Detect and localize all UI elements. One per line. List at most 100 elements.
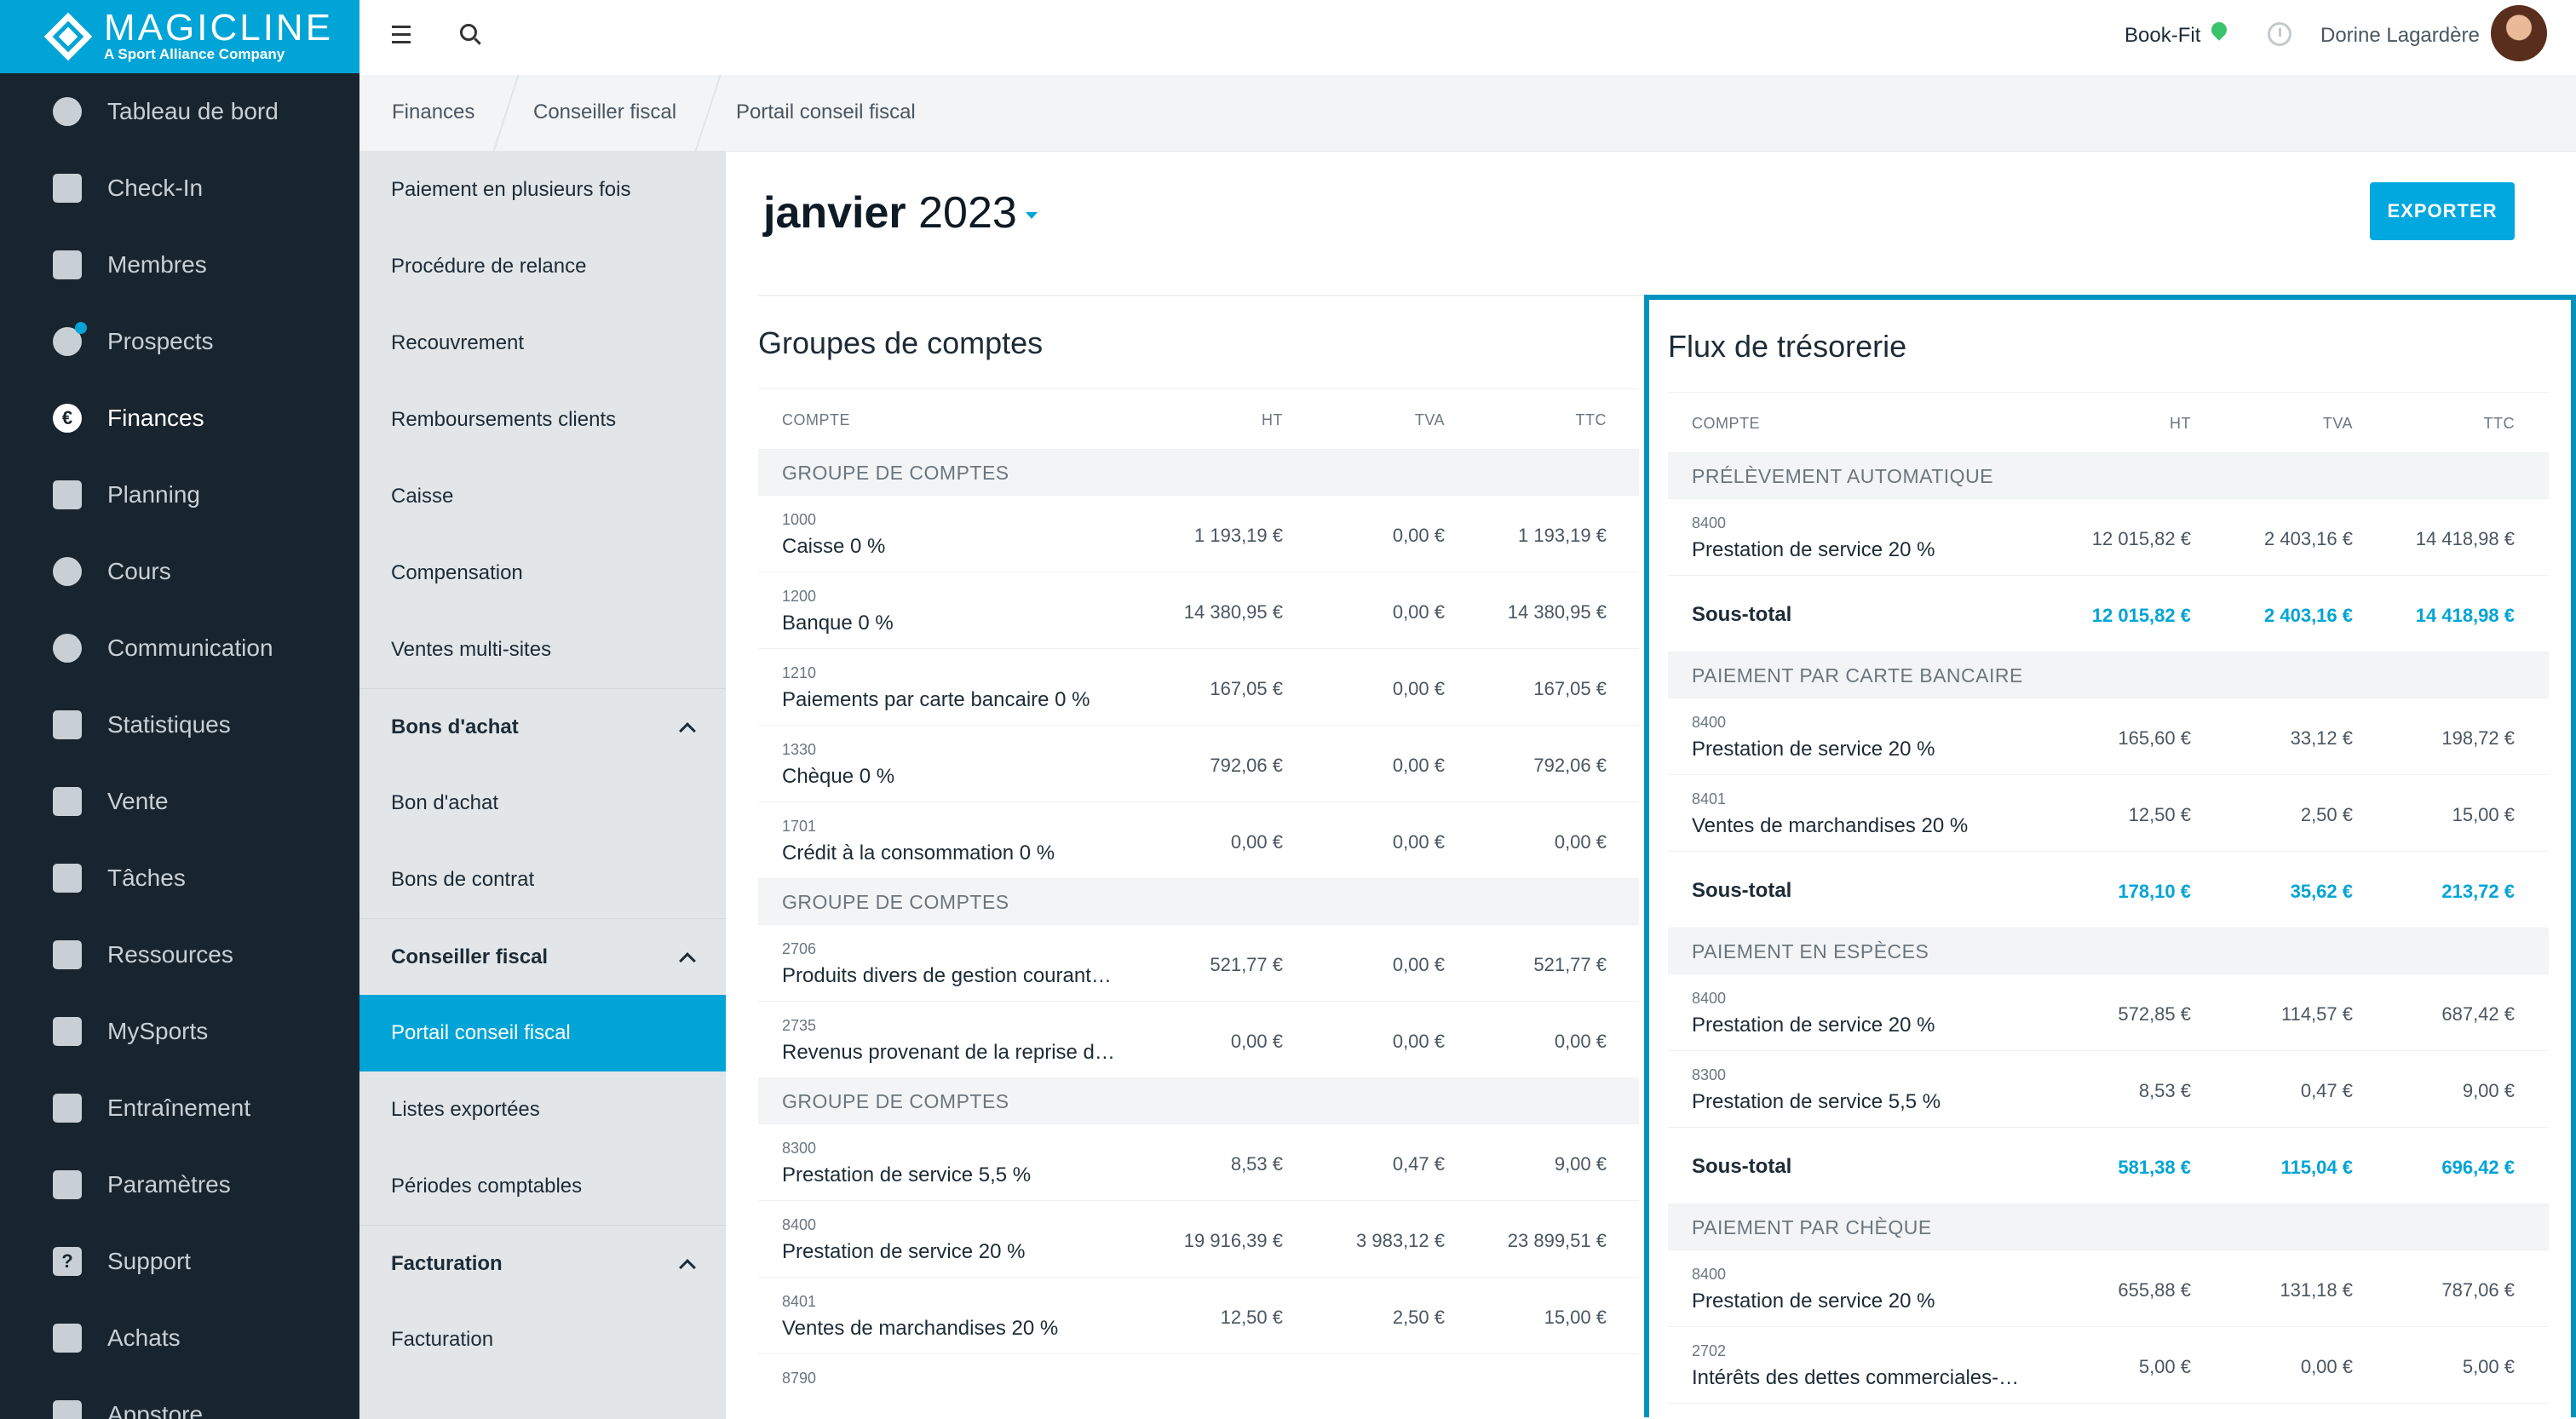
table-row[interactable]: 8400 Prestation de service 20 % 19 916,39 … [758, 1201, 1639, 1278]
table-row[interactable]: 2735 Revenus provenant de la reprise de… 0… [758, 1002, 1639, 1078]
table-header: COMPTE HT TVA TTC [1668, 392, 2549, 453]
table-row[interactable]: 8790 [758, 1354, 1639, 1419]
subnav-item-compensation[interactable]: Compensation [359, 535, 726, 612]
table-row[interactable]: 8300 Prestation de service 5,5 % 8,53 € 0,4… [758, 1124, 1639, 1201]
table-row[interactable]: 8300 Prestation de service 5,5 % 8,53 € 0,4… [1668, 1051, 2549, 1128]
sidebar-item-t-ches[interactable]: Tâches [0, 840, 359, 916]
amount-tva: 2 403,16 € [2264, 528, 2353, 549]
subnav-item-caisse[interactable]: Caisse [359, 458, 726, 535]
amount-ht: 0,00 € [1230, 1031, 1283, 1052]
subnav-item-portail-conseil-fiscal[interactable]: Portail conseil fiscal [359, 995, 726, 1071]
column-header-ht: HT [1262, 411, 1283, 428]
sidebar-item-check-in[interactable]: Check-In [0, 150, 359, 227]
sidebar-item-ressources[interactable]: Ressources [0, 916, 359, 993]
chevron-up-icon[interactable] [679, 721, 696, 739]
subtotal-ht: 178,10 € [2118, 881, 2191, 902]
sidebar-item-param-tres[interactable]: Paramètres [0, 1146, 359, 1223]
menu-icon[interactable] [392, 26, 411, 44]
user-name[interactable]: Dorine Lagardère [2320, 24, 2480, 48]
dashboard-icon [53, 97, 82, 126]
subnav-item-listes-export-es[interactable]: Listes exportées [359, 1071, 726, 1148]
search-icon[interactable] [460, 24, 482, 48]
subtotal-ttc: 696,42 € [2441, 1157, 2515, 1178]
subnav-group-bons-d-achat[interactable]: Bons d'achat [359, 688, 726, 765]
amount-ttc: 0,00 € [1554, 1031, 1607, 1052]
breadcrumb-conseiller-fiscal[interactable]: Conseiller fiscal [533, 101, 676, 124]
magicline-logo[interactable]: MAGICLINE A Sport Alliance Company [0, 0, 359, 73]
subnav-group-facturation[interactable]: Facturation [359, 1225, 726, 1301]
account-name: Ventes de marchandises 20 % [782, 1317, 1059, 1340]
subnav-item-p-riodes-comptables[interactable]: Périodes comptables [359, 1148, 726, 1225]
table-row[interactable]: 8400 Prestation de service 20 % 165,60 € 33… [1668, 698, 2549, 775]
sidebar-item-achats[interactable]: Achats [0, 1300, 359, 1376]
members-icon [53, 250, 82, 279]
table-row[interactable]: 8400 Prestation de service 20 % 655,88 € 13… [1668, 1250, 2549, 1327]
sidebar-item-appstore[interactable]: Appstore [0, 1376, 359, 1419]
subtotal-ht: 12 015,82 € [2091, 605, 2191, 626]
subnav-item-recouvrement[interactable]: Recouvrement [359, 305, 726, 382]
sidebar-item-statistiques[interactable]: Statistiques [0, 687, 359, 763]
table-row[interactable]: 1701 Crédit à la consommation 0 % 0,00 € 0,… [758, 802, 1639, 879]
chevron-down-icon[interactable] [1025, 212, 1038, 220]
export-button[interactable]: EXPORTER [2370, 182, 2515, 240]
subnav-item-label: Recouvrement [391, 331, 525, 354]
breadcrumb-finances[interactable]: Finances [392, 101, 474, 124]
sidebar-item-support[interactable]: ? Support [0, 1223, 359, 1300]
table-row[interactable]: 1330 Chèque 0 % 792,06 € 0,00 € 792,06 € [758, 726, 1639, 802]
subnav-group-label: Bons d'achat [391, 715, 519, 738]
chevron-up-icon[interactable] [679, 1258, 696, 1276]
subtotal-row: Sous-total 178,10 € 35,62 € 213,72 € [1668, 852, 2549, 928]
sidebar-item-finances[interactable]: € Finances [0, 380, 359, 457]
period-month: janvier [763, 188, 906, 238]
subnav-item-proc-dure-de-relance[interactable]: Procédure de relance [359, 228, 726, 305]
subnav-item-label: Compensation [391, 561, 523, 584]
amount-ttc: 792,06 € [1533, 755, 1607, 776]
account-groups-title: Groupes de comptes [758, 325, 1044, 360]
account-code: 1210 [782, 664, 817, 681]
sidebar-item-tableau-de-bord[interactable]: Tableau de bord [0, 73, 359, 150]
account-code: 1000 [782, 511, 817, 528]
table-row[interactable]: 8400 Prestation de service 20 % 572,85 € 11… [1668, 974, 2549, 1051]
studio-name[interactable]: Book-Fit [2125, 24, 2200, 48]
sidebar-item-communication[interactable]: Communication [0, 610, 359, 687]
account-name: Prestation de service 20 % [1692, 1290, 1935, 1313]
table-row[interactable]: 8401 Ventes de marchandises 20 % 12,50 € 2,… [758, 1278, 1639, 1354]
account-name: Revenus provenant de la reprise de… [782, 1041, 1123, 1064]
subnav-item-ventes-multi-sites[interactable]: Ventes multi-sites [359, 612, 726, 688]
subnav-item-remboursements-clients[interactable]: Remboursements clients [359, 382, 726, 458]
amount-ttc: 787,06 € [2441, 1279, 2515, 1301]
table-row[interactable]: 1210 Paiements par carte bancaire 0 % 167,… [758, 649, 1639, 726]
subtotal-row: Sous-total 581,38 € 115,04 € 696,42 € [1668, 1128, 2549, 1204]
account-code: 8401 [782, 1293, 817, 1310]
subnav-item-label: Facturation [391, 1328, 494, 1351]
table-row[interactable]: 2706 Produits divers de gestion courant… 5… [758, 925, 1639, 1002]
table-row[interactable]: 8400 Prestation de service 20 % 12 015,82 … [1668, 499, 2549, 576]
subnav-group-conseiller-fiscal[interactable]: Conseiller fiscal [359, 918, 726, 995]
sidebar-item-entra-nement[interactable]: Entraînement [0, 1070, 359, 1146]
subnav-item-facturation[interactable]: Facturation [359, 1301, 726, 1378]
subnav-item-paiement-en-plusieurs-fois[interactable]: Paiement en plusieurs fois [359, 152, 726, 228]
account-code: 8300 [782, 1140, 817, 1157]
sidebar-item-membres[interactable]: Membres [0, 227, 359, 303]
sidebar-item-cours[interactable]: Cours [0, 533, 359, 610]
amount-tva: 2,50 € [2300, 804, 2353, 825]
table-row[interactable]: 1000 Caisse 0 % 1 193,19 € 0,00 € 1 193,19 € [758, 496, 1639, 572]
avatar[interactable] [2491, 5, 2547, 61]
table-row[interactable]: 2702 Intérêts des dettes commerciales-E… 5… [1668, 1327, 2549, 1404]
main-content: janvier 2023 EXPORTER Groupes de comptes… [726, 152, 2576, 1419]
subnav-item-bon-d-achat[interactable]: Bon d'achat [359, 765, 726, 842]
amount-tva: 0,00 € [2300, 1356, 2353, 1377]
table-row[interactable]: 8401 Ventes de marchandises 20 % 12,50 € 2,… [1668, 775, 2549, 852]
sidebar-item-planning[interactable]: Planning [0, 457, 359, 533]
account-code: 8790 [782, 1370, 817, 1387]
cash-flow-table: COMPTE HT TVA TTC PRÉLÈVEMENT AUTOMATIQUE 840… [1668, 392, 2549, 1404]
sidebar-item-vente[interactable]: Vente [0, 763, 359, 840]
chevron-up-icon[interactable] [679, 951, 696, 969]
period-selector[interactable]: janvier 2023 [763, 187, 1038, 238]
sidebar-item-prospects[interactable]: Prospects [0, 303, 359, 380]
subnav-item-bons-de-contrat[interactable]: Bons de contrat [359, 842, 726, 918]
clock-icon[interactable] [2268, 22, 2291, 46]
sidebar-item-mysports[interactable]: MySports [0, 993, 359, 1070]
table-row[interactable]: 1200 Banque 0 % 14 380,95 € 0,00 € 14 380,95… [758, 572, 1639, 649]
account-code: 8400 [782, 1216, 817, 1233]
